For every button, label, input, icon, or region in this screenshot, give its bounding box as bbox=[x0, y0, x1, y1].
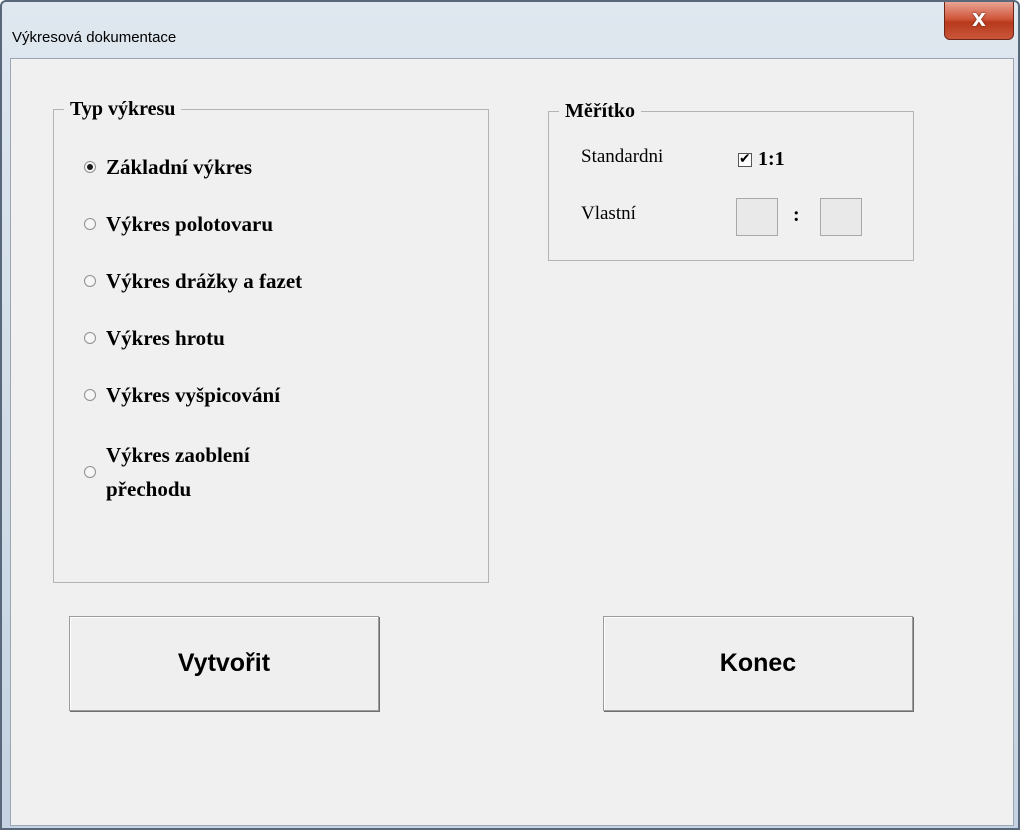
create-button[interactable]: Vytvořit bbox=[69, 616, 379, 711]
option-pointing-drawing[interactable]: Výkres vyšpicování bbox=[84, 381, 280, 409]
window-title: Výkresová dokumentace bbox=[12, 29, 177, 46]
drawing-type-group: Typ výkresu Základní výkres Výkres polot… bbox=[53, 98, 489, 583]
radio-pointing-drawing[interactable] bbox=[84, 389, 96, 401]
radio-blank-drawing[interactable] bbox=[84, 218, 96, 230]
title-bar[interactable]: Výkresová dokumentace bbox=[2, 2, 1018, 58]
option-groove-chamfer-drawing-label: Výkres drážky a fazet bbox=[106, 269, 303, 293]
option-groove-chamfer-drawing[interactable]: Výkres drážky a fazet bbox=[84, 267, 302, 295]
scale-group-title: Měřítko bbox=[559, 100, 641, 122]
option-tip-drawing-label: Výkres hrotu bbox=[106, 326, 225, 350]
standard-scale-value: 1:1 bbox=[758, 148, 785, 170]
custom-scale-numerator-input[interactable] bbox=[736, 198, 778, 236]
close-button[interactable]: X bbox=[944, 2, 1014, 40]
dialog-window: Výkresová dokumentace X Typ výkresu Zákl… bbox=[0, 0, 1020, 830]
option-basic-drawing-label: Základní výkres bbox=[106, 155, 253, 179]
drawing-type-group-title: Typ výkresu bbox=[64, 98, 182, 120]
end-button[interactable]: Konec bbox=[603, 616, 913, 711]
option-transition-fillet-drawing[interactable]: Výkres zaoblení přechodu bbox=[84, 438, 250, 506]
standard-scale-label: Standardni bbox=[581, 146, 664, 167]
option-tip-drawing[interactable]: Výkres hrotu bbox=[84, 324, 225, 352]
checkmark-icon: ✔ bbox=[739, 150, 751, 167]
option-pointing-drawing-label: Výkres vyšpicování bbox=[106, 383, 281, 407]
radio-tip-drawing[interactable] bbox=[84, 332, 96, 344]
close-icon: X bbox=[972, 10, 986, 31]
option-blank-drawing[interactable]: Výkres polotovaru bbox=[84, 210, 273, 238]
option-blank-drawing-label: Výkres polotovaru bbox=[106, 212, 274, 236]
scale-group: Měřítko Standardni ✔ 1:1 Vlastní : bbox=[548, 100, 914, 261]
standard-scale-checkbox[interactable]: ✔ bbox=[738, 150, 752, 167]
custom-scale-label: Vlastní bbox=[581, 203, 636, 224]
radio-transition-fillet-drawing[interactable] bbox=[84, 466, 96, 478]
dialog-client-area: Typ výkresu Základní výkres Výkres polot… bbox=[10, 58, 1014, 826]
radio-groove-chamfer-drawing[interactable] bbox=[84, 275, 96, 287]
custom-scale-denominator-input[interactable] bbox=[820, 198, 862, 236]
option-basic-drawing[interactable]: Základní výkres bbox=[84, 153, 252, 181]
option-transition-fillet-drawing-label: Výkres zaoblení přechodu bbox=[106, 443, 250, 501]
scale-colon: : bbox=[793, 204, 800, 226]
radio-basic-drawing[interactable] bbox=[84, 161, 96, 173]
standard-scale-checkbox-row[interactable]: ✔ 1:1 bbox=[738, 148, 785, 171]
